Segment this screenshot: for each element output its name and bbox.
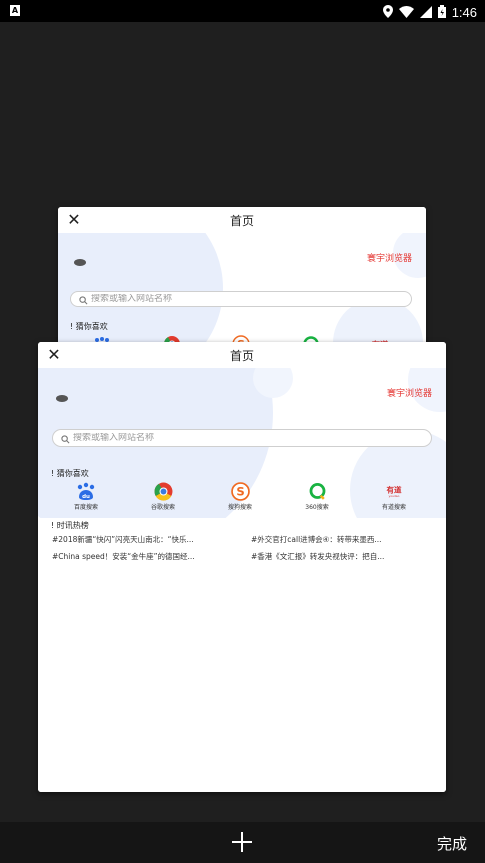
360-icon xyxy=(307,482,327,500)
news-item[interactable]: #香港《文汇报》转发央视快评：把自... xyxy=(251,551,432,562)
location-icon xyxy=(382,3,393,22)
tab-preview: 寰宇浏览器 ! 猜你喜欢 du 百度搜索 谷歌搜索 S 搜狗搜索 360 xyxy=(38,368,446,792)
tab-card-front[interactable]: ✕ 首页 寰宇浏览器 ! 猜你喜欢 du 百度搜索 谷歌搜索 xyxy=(38,342,446,792)
avatar[interactable] xyxy=(56,395,68,402)
search-icon xyxy=(79,290,88,309)
chrome-icon xyxy=(153,482,173,501)
svg-text:youdao: youdao xyxy=(389,494,400,498)
status-icons: 1:46 xyxy=(382,3,477,22)
status-bar: A 1:46 xyxy=(0,0,485,22)
search-bar[interactable] xyxy=(52,429,432,447)
shortcut-label: 360搜索 xyxy=(305,504,329,511)
plus-icon[interactable] xyxy=(228,828,256,856)
news-item[interactable]: #China speed！安装“金牛座”的德国经... xyxy=(52,551,233,562)
tab-header: ✕ 首页 xyxy=(58,207,426,233)
shortcut-youdao[interactable]: 有道 youdao 有道搜索 xyxy=(374,482,414,511)
section-title-news: ! 时讯热榜 xyxy=(51,521,89,530)
shortcut-baidu[interactable]: du 百度搜索 xyxy=(66,482,106,511)
clock: 1:46 xyxy=(451,4,477,20)
section-title-like: ! 猜你喜欢 xyxy=(70,322,108,331)
bottom-bar: 完成 xyxy=(0,822,485,863)
wifi-icon xyxy=(398,3,414,22)
svg-text:S: S xyxy=(236,484,244,498)
section-title-like: ! 猜你喜欢 xyxy=(51,469,89,478)
signal-icon xyxy=(419,3,432,22)
tab-preview: 寰宇浏览器 ! 猜你喜欢 S 有道 xyxy=(58,233,426,357)
shortcut-google[interactable]: 谷歌搜索 xyxy=(143,482,183,511)
tab-title: 首页 xyxy=(229,214,254,228)
sogou-icon: S xyxy=(230,481,250,501)
tab-title: 首页 xyxy=(229,349,254,363)
baidu-icon: du xyxy=(76,482,96,500)
brand-label: 寰宇浏览器 xyxy=(386,389,432,399)
avatar[interactable] xyxy=(74,259,86,266)
news-list: #2018新疆“快闪”闪亮天山南北：“快乐... #外交官打call进博会④：转… xyxy=(52,534,432,562)
shortcut-label: 百度搜索 xyxy=(73,504,98,511)
shortcut-label: 搜狗搜索 xyxy=(227,504,252,511)
search-bar[interactable] xyxy=(70,291,412,307)
shortcut-360[interactable]: 360搜索 xyxy=(297,482,337,511)
shortcut-label: 有道搜索 xyxy=(381,504,406,511)
tab-header: ✕ 首页 xyxy=(38,342,446,368)
youdao-icon: 有道 youdao xyxy=(384,482,404,500)
news-item[interactable]: #外交官打call进博会④：转带来墨西... xyxy=(251,534,432,545)
shortcut-row: du 百度搜索 谷歌搜索 S 搜狗搜索 360搜索 有道 youdao 有道搜索 xyxy=(66,481,414,511)
brand-label: 寰宇浏览器 xyxy=(366,254,412,264)
svg-text:du: du xyxy=(82,494,90,500)
news-item[interactable]: #2018新疆“快闪”闪亮天山南北：“快乐... xyxy=(52,534,233,545)
search-input[interactable] xyxy=(73,433,431,443)
search-input[interactable] xyxy=(91,294,411,304)
shortcut-label: 谷歌搜索 xyxy=(150,504,175,511)
search-icon xyxy=(61,429,70,448)
battery-icon xyxy=(437,3,446,22)
tab-card-back[interactable]: ✕ 首页 寰宇浏览器 ! 猜你喜欢 S 有道 xyxy=(58,207,426,357)
shortcut-sogou[interactable]: S 搜狗搜索 xyxy=(220,481,260,511)
done-button[interactable]: 完成 xyxy=(437,833,467,854)
app-notification-icon: A xyxy=(10,5,20,16)
